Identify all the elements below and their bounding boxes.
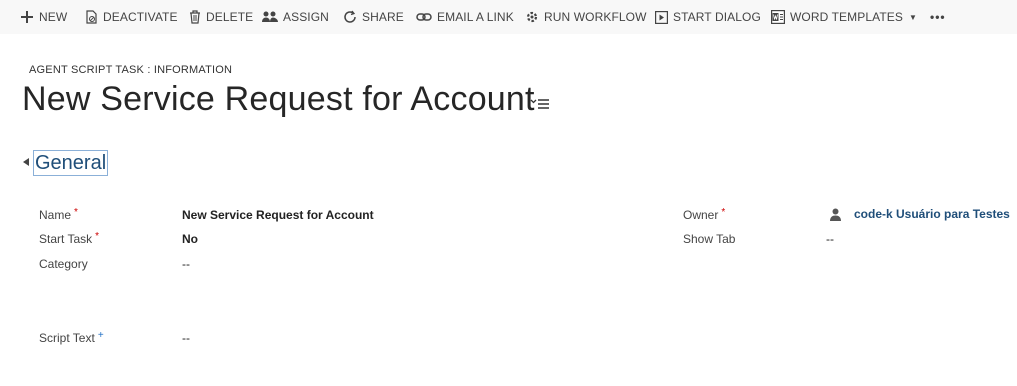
assign-button[interactable]: ASSIGN: [262, 0, 329, 34]
field-label-owner: Owner *: [683, 207, 726, 222]
more-label: •••: [930, 10, 946, 24]
assign-icon: [262, 11, 278, 22]
required-marker: *: [95, 231, 100, 242]
chevron-down-icon: ▼: [908, 12, 917, 22]
delete-label: DELETE: [206, 10, 254, 24]
section-title-general[interactable]: General: [33, 150, 109, 176]
field-label-show-tab: Show Tab: [683, 232, 736, 246]
email-link-label: EMAIL A LINK: [437, 10, 514, 24]
deactivate-icon: [86, 10, 97, 24]
required-marker: *: [721, 207, 726, 218]
field-value-show-tab[interactable]: --: [826, 232, 834, 246]
share-label: SHARE: [362, 10, 404, 24]
field-value-name[interactable]: New Service Request for Account: [182, 208, 374, 222]
email-link-button[interactable]: EMAIL A LINK: [416, 0, 514, 34]
assign-label: ASSIGN: [283, 10, 329, 24]
page-title: New Service Request for Account: [22, 80, 535, 118]
deactivate-button[interactable]: DEACTIVATE: [86, 0, 178, 34]
field-value-script-text[interactable]: --: [182, 331, 190, 345]
field-value-category[interactable]: --: [182, 257, 190, 271]
menu-icon[interactable]: [530, 95, 550, 111]
new-button[interactable]: NEW: [20, 0, 67, 34]
entity-form-label: AGENT SCRIPT TASK : INFORMATION: [29, 64, 233, 76]
field-label-start-task: Start Task *: [39, 231, 100, 246]
share-icon: [344, 10, 356, 23]
word-templates-button[interactable]: WORD TEMPLATES ▼: [771, 0, 917, 34]
start-dialog-label: START DIALOG: [673, 10, 761, 24]
field-value-start-task[interactable]: No: [182, 232, 198, 246]
delete-button[interactable]: DELETE: [189, 0, 253, 34]
plus-icon: [21, 11, 33, 23]
deactivate-label: DEACTIVATE: [103, 10, 178, 24]
command-bar: NEW DEACTIVATE DELETE ASSIGN SHARE EMAIL…: [0, 0, 1017, 34]
recommended-marker: +: [97, 330, 104, 341]
run-workflow-button[interactable]: RUN WORKFLOW: [525, 0, 647, 34]
start-dialog-button[interactable]: START DIALOG: [655, 0, 761, 34]
run-workflow-label: RUN WORKFLOW: [544, 10, 647, 24]
workflow-icon: [526, 11, 538, 23]
trash-icon: [190, 10, 200, 24]
play-icon: [655, 10, 668, 24]
word-templates-label: WORD TEMPLATES: [790, 10, 903, 24]
owner-link[interactable]: code-k Usuário para Testes: [854, 207, 1010, 221]
word-icon: [771, 10, 785, 24]
required-marker: *: [74, 207, 78, 218]
new-label: NEW: [39, 10, 68, 24]
collapse-icon[interactable]: [22, 157, 30, 167]
field-label-script-text: Script Text +: [39, 330, 104, 345]
share-button[interactable]: SHARE: [343, 0, 404, 34]
link-icon: [416, 13, 432, 21]
user-icon: [830, 208, 841, 221]
field-label-category: Category: [39, 257, 88, 271]
more-commands-button[interactable]: •••: [930, 0, 946, 34]
field-label-name: Name *: [39, 207, 78, 222]
